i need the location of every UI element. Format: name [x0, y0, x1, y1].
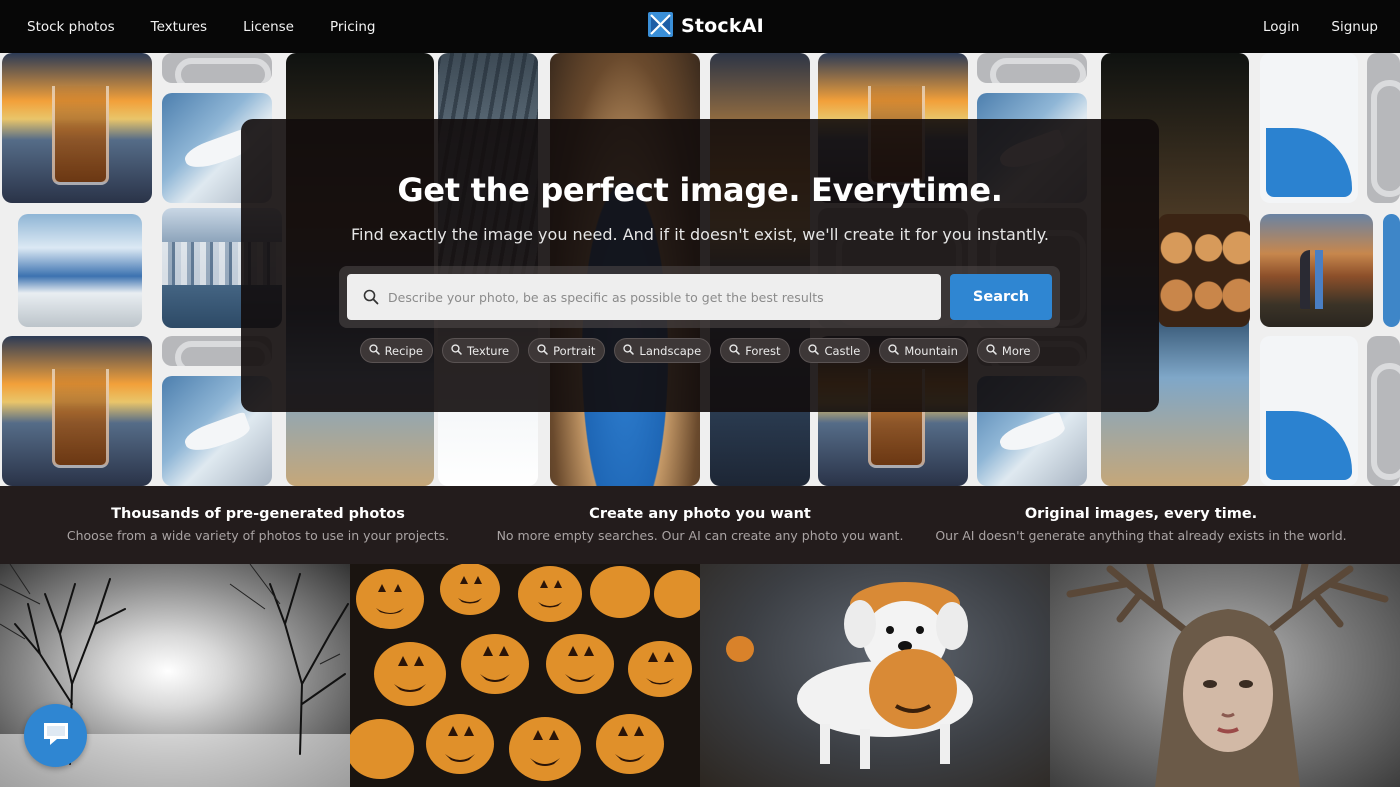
search-bar: Search	[339, 266, 1060, 328]
chip-forest[interactable]: Forest	[720, 338, 791, 363]
feature-create-any: Create any photo you want No more empty …	[490, 506, 910, 543]
hero-subtitle: Find exactly the image you need. And if …	[351, 225, 1049, 244]
dog-illustration	[726, 582, 973, 769]
chip-label: Forest	[745, 343, 781, 358]
chip-mountain[interactable]: Mountain	[879, 338, 968, 363]
gallery-photo-pumpkins[interactable]	[350, 564, 700, 787]
brand-logo[interactable]: StockAI	[648, 11, 764, 41]
mosaic-placeholder-tile	[977, 53, 1087, 83]
search-icon	[808, 343, 820, 358]
search-icon	[623, 343, 635, 358]
feature-title: Create any photo you want	[589, 506, 811, 522]
chat-bubble-icon	[41, 720, 71, 752]
chip-label: Landscape	[639, 343, 702, 358]
feature-original: Original images, every time. Our AI does…	[930, 506, 1352, 543]
search-box	[347, 274, 941, 320]
suggestion-chips: Recipe Texture Portrait Landscape Forest…	[241, 338, 1159, 363]
feature-desc: Our AI doesn't generate anything that al…	[935, 528, 1347, 543]
mosaic-whisky-photo	[2, 53, 152, 203]
brand-name: StockAI	[681, 15, 764, 37]
nav-link-stock-photos[interactable]: Stock photos	[27, 19, 115, 35]
mosaic-placeholder-tile	[1367, 53, 1400, 203]
nav-link-pricing[interactable]: Pricing	[330, 19, 376, 35]
nav-link-textures[interactable]: Textures	[151, 19, 207, 35]
chat-button[interactable]	[24, 704, 87, 767]
photo-gallery	[0, 564, 1400, 787]
chip-landscape[interactable]: Landscape	[614, 338, 712, 363]
chip-portrait[interactable]: Portrait	[528, 338, 606, 363]
stockai-logo-icon	[648, 11, 673, 41]
chip-label: Castle	[824, 343, 861, 358]
hero-search-panel: Get the perfect image. Everytime. Find e…	[241, 119, 1159, 412]
chip-label: Portrait	[553, 343, 596, 358]
search-icon	[986, 343, 997, 358]
gallery-photo-dog-costume[interactable]	[700, 564, 1050, 787]
signup-link[interactable]: Signup	[1331, 19, 1378, 35]
feature-desc: Choose from a wide variety of photos to …	[66, 528, 450, 543]
search-icon	[537, 343, 548, 358]
pumpkins-illustration	[350, 564, 700, 781]
search-icon	[888, 343, 900, 358]
hero-section: Get the perfect image. Everytime. Find e…	[0, 53, 1400, 486]
mosaic-park-family-photo	[1260, 214, 1373, 327]
login-link[interactable]: Login	[1263, 19, 1299, 35]
chip-recipe[interactable]: Recipe	[359, 338, 434, 363]
chip-label: More	[1001, 343, 1031, 358]
nav-right-links: Login Signup	[1263, 0, 1378, 53]
mosaic-ski-photo	[1260, 336, 1358, 486]
search-button[interactable]: Search	[950, 274, 1052, 320]
search-icon	[729, 343, 740, 358]
chip-label: Mountain	[904, 343, 958, 358]
mosaic-barrels-photo	[1158, 214, 1250, 327]
feature-title: Original images, every time.	[1024, 506, 1258, 522]
chip-label: Recipe	[384, 343, 424, 358]
mosaic-partial-photo	[1383, 214, 1400, 327]
top-nav: Stock photos Textures License Pricing St…	[0, 0, 1400, 53]
search-input[interactable]	[388, 275, 941, 319]
mosaic-ski-photo	[1260, 53, 1358, 203]
antler-woman-illustration	[1066, 564, 1389, 787]
chip-label: Texture	[467, 343, 510, 358]
mosaic-placeholder-tile	[162, 53, 272, 83]
feature-desc: No more empty searches. Our AI can creat…	[496, 528, 904, 543]
search-icon	[451, 343, 462, 358]
chip-more[interactable]: More	[976, 338, 1041, 363]
feature-pregenerated: Thousands of pre-generated photos Choose…	[58, 506, 458, 543]
mosaic-placeholder-tile	[1367, 336, 1400, 486]
chip-texture[interactable]: Texture	[442, 338, 520, 363]
features-strip: Thousands of pre-generated photos Choose…	[0, 486, 1400, 564]
chip-castle[interactable]: Castle	[799, 338, 871, 363]
mosaic-snow-photo	[18, 214, 142, 327]
nav-left-links: Stock photos Textures License Pricing	[27, 0, 376, 53]
nav-link-license[interactable]: License	[243, 19, 294, 35]
mosaic-whisky-photo	[2, 336, 152, 486]
feature-title: Thousands of pre-generated photos	[111, 506, 405, 522]
hero-title: Get the perfect image. Everytime.	[397, 171, 1003, 209]
search-icon	[363, 289, 379, 305]
gallery-photo-antler-woman[interactable]	[1050, 564, 1400, 787]
search-icon	[368, 343, 380, 358]
